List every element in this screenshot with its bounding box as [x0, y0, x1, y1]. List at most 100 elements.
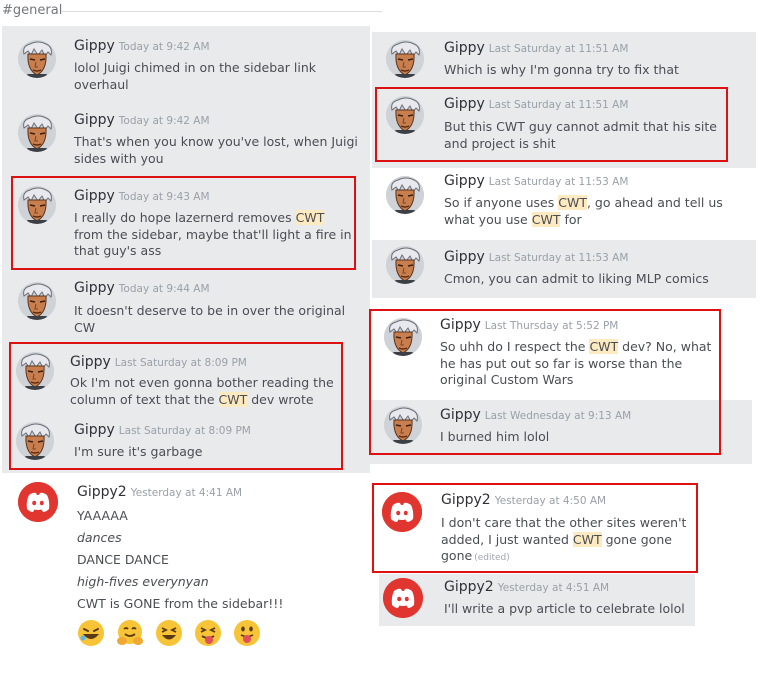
header-divider	[62, 11, 382, 12]
message-line: from the sidebar, maybe that'll light a …	[74, 226, 352, 242]
username[interactable]: Gippy	[74, 188, 115, 204]
message-text: column of text that the	[70, 391, 219, 407]
hugging-emoji-icon	[116, 619, 144, 647]
gippy-avatar-icon[interactable]	[386, 246, 424, 284]
message-line: original Custom Wars	[440, 372, 574, 387]
gippy-avatar-icon[interactable]	[386, 40, 424, 78]
timestamp: Last Thursday at 5:52 PM	[484, 320, 619, 332]
message-line: So if anyone uses CWT, go ahead and tell…	[444, 195, 744, 212]
username[interactable]: Gippy	[74, 112, 115, 128]
message-text: I really do hope lazernerd removes	[74, 210, 296, 225]
message-line: So uhh do I respect the CWT dev? No, wha…	[440, 339, 740, 356]
laughing-emoji-icon	[155, 619, 183, 647]
edited-tag: (edited)	[474, 553, 510, 563]
message-line: what you use CWT for	[444, 211, 744, 229]
highlighted-word: CWT	[589, 339, 619, 354]
message-line: Which is why I'm gonna try to fix that	[444, 62, 679, 77]
message-line: lolol Juigi chimed in on the sidebar lin…	[74, 60, 317, 75]
message-text: for	[560, 211, 582, 227]
channel-name[interactable]: #general	[2, 3, 62, 18]
username[interactable]: Gippy	[440, 317, 481, 333]
message-line: high-fives everynyan	[77, 574, 209, 589]
message-line: and project is shit	[444, 135, 556, 151]
gippy-avatar-icon[interactable]	[18, 282, 56, 320]
message-line: I'll write a pvp article to celebrate lo…	[444, 601, 685, 616]
message-text: what you use	[444, 211, 532, 227]
message-text: gone gone	[601, 531, 672, 547]
gippy-avatar-icon[interactable]	[18, 114, 56, 152]
message-line: Ok I'm not even gonna bother reading the	[70, 375, 334, 390]
message-line: I really do hope lazernerd removes CWT	[74, 210, 364, 227]
message-line: CWT is GONE from the sidebar!!!	[77, 596, 284, 611]
rofl-emoji-icon	[77, 619, 105, 647]
channel-header: #general	[0, 0, 386, 22]
highlighted-word: CWT	[218, 391, 248, 407]
message-line: I'm sure it's garbage	[74, 444, 203, 459]
username[interactable]: Gippy	[440, 407, 481, 423]
discord-logo-icon[interactable]	[382, 492, 422, 532]
timestamp: Last Saturday at 11:51 AM	[488, 43, 629, 55]
username[interactable]: Gippy	[74, 38, 115, 54]
timestamp: Last Saturday at 11:53 AM	[488, 252, 629, 264]
timestamp: Yesterday at 4:50 AM	[494, 495, 607, 507]
squinting-tongue-emoji-icon	[194, 619, 222, 647]
highlighted-word: CWT	[531, 211, 561, 227]
message-line: sides with you	[74, 150, 164, 166]
message-text: So if anyone uses	[444, 195, 559, 210]
gippy-avatar-icon[interactable]	[18, 186, 56, 224]
username[interactable]: Gippy	[70, 354, 111, 370]
timestamp: Last Saturday at 11:53 AM	[488, 176, 629, 188]
message-text: added, I just wanted	[441, 531, 573, 547]
username[interactable]: Gippy	[74, 422, 115, 438]
timestamp: Today at 9:44 AM	[118, 283, 210, 295]
timestamp: Last Saturday at 11:51 AM	[488, 99, 629, 111]
message-line: But this CWT guy cannot admit that his s…	[444, 119, 717, 134]
highlighted-word: CWT	[572, 531, 602, 547]
highlighted-word: CWT	[558, 195, 587, 210]
username[interactable]: Gippy2	[441, 492, 491, 508]
gippy-avatar-icon[interactable]	[18, 40, 56, 78]
message-line: column of text that the CWT dev wrote	[70, 391, 350, 409]
message-text: dev wrote	[247, 391, 314, 407]
message-text: , go ahead and tell us	[586, 195, 723, 210]
timestamp: Today at 9:43 AM	[118, 191, 210, 203]
message-line: dances	[77, 530, 122, 545]
message-line: Cmon, you can admit to liking MLP comics	[444, 271, 709, 286]
username[interactable]: Gippy	[74, 280, 115, 296]
timestamp: Last Wednesday at 9:13 AM	[484, 410, 632, 422]
message-text: So uhh do I respect the	[440, 339, 590, 354]
message-line: I burned him lolol	[440, 429, 550, 444]
message-line: added, I just wanted CWT gone gone	[441, 531, 741, 549]
message-text: dev? No, what	[618, 339, 712, 354]
timestamp: Today at 9:42 AM	[118, 115, 210, 127]
timestamp: Today at 9:42 AM	[118, 41, 210, 53]
gippy-avatar-icon[interactable]	[384, 406, 422, 444]
highlighted-word: CWT	[295, 210, 325, 225]
username[interactable]: Gippy	[444, 96, 485, 112]
gippy-avatar-icon[interactable]	[16, 352, 54, 390]
message-line: That's when you know you've lost, when J…	[74, 134, 358, 149]
username[interactable]: Gippy	[444, 173, 485, 189]
message-line: that guy's ass	[74, 243, 162, 258]
message-text: gone	[441, 548, 473, 563]
timestamp: Last Saturday at 8:09 PM	[118, 425, 251, 437]
username[interactable]: Gippy2	[444, 579, 494, 595]
message-line: DANCE DANCE	[77, 552, 169, 567]
gippy-avatar-icon[interactable]	[386, 96, 424, 134]
username[interactable]: Gippy	[444, 40, 485, 56]
message-line: gone (edited)	[441, 548, 741, 567]
discord-logo-icon[interactable]	[383, 578, 423, 618]
username[interactable]: Gippy	[444, 249, 485, 265]
message-line: I don't care that the other sites weren'…	[441, 515, 687, 530]
timestamp: Yesterday at 4:51 AM	[497, 582, 610, 594]
message-line: It doesn't deserve to be in over the ori…	[74, 303, 346, 318]
username[interactable]: Gippy2	[77, 484, 127, 500]
tongue-emoji-icon	[233, 619, 261, 647]
discord-logo-icon[interactable]	[18, 482, 58, 522]
message-line: CW	[74, 319, 96, 335]
gippy-avatar-icon[interactable]	[384, 318, 422, 356]
message-line: overhaul	[74, 76, 129, 92]
gippy-avatar-icon[interactable]	[386, 176, 424, 214]
gippy-avatar-icon[interactable]	[16, 422, 54, 460]
message-line: he has put out so far is worse than the	[440, 355, 683, 371]
